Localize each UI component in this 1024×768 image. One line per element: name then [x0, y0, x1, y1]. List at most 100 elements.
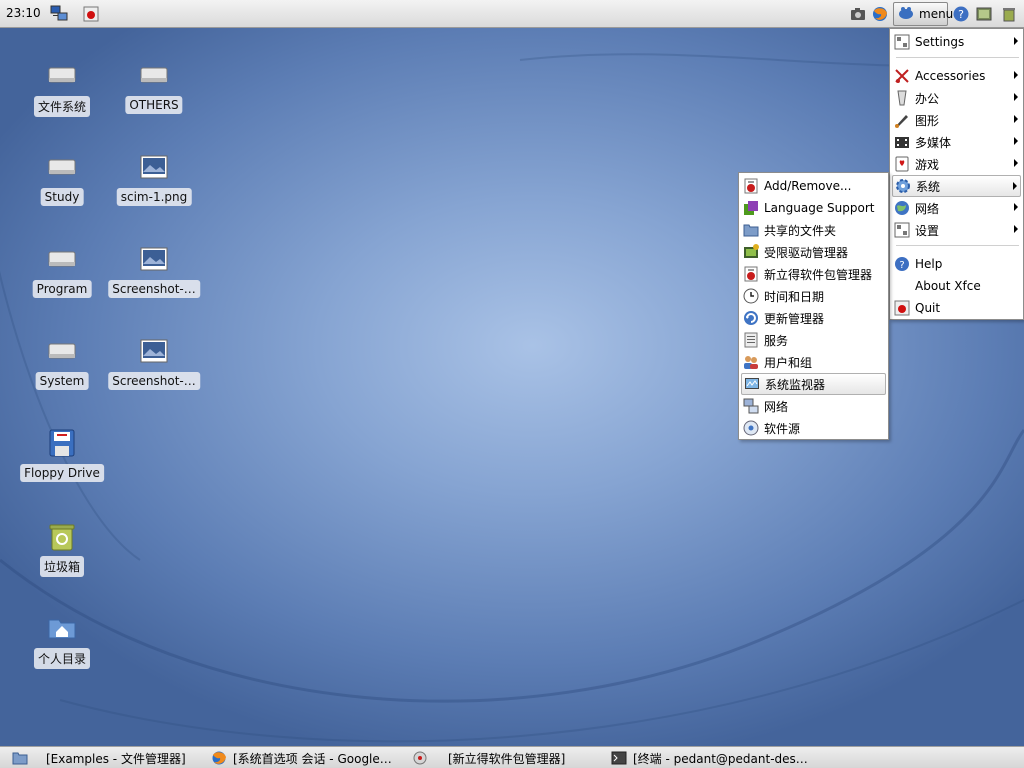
submenu-item-software-sources[interactable]: 软件源	[741, 417, 886, 439]
clock-icon	[743, 288, 759, 304]
task-label: [系统首选项 会话 - Google…	[233, 751, 392, 766]
menu-item-about-xfce[interactable]: About Xfce	[892, 275, 1021, 297]
drive-icon	[46, 60, 78, 92]
logout-icon[interactable]	[82, 5, 100, 23]
shared-folder-icon	[743, 222, 759, 238]
image-file-icon	[138, 336, 170, 368]
firefox-icon[interactable]	[871, 5, 889, 23]
office-icon	[894, 90, 910, 106]
submenu-item-label: 时间和日期	[764, 289, 825, 304]
desktop-icon-others[interactable]: OTHERS	[104, 60, 204, 140]
menu-item-graphics[interactable]: 图形	[892, 109, 1021, 131]
submenu-arrow-icon	[1014, 115, 1018, 123]
menu-item-games[interactable]: 游戏	[892, 153, 1021, 175]
menu-item-label: 系统	[916, 179, 941, 194]
menu-item-accessories[interactable]: Accessories	[892, 65, 1021, 87]
network-icon	[743, 398, 759, 414]
camera-icon[interactable]	[849, 5, 867, 23]
menu-item-help[interactable]: ? Help	[892, 253, 1021, 275]
menu-item-label: 办公	[915, 91, 940, 106]
show-desktop-button[interactable]	[12, 749, 32, 767]
window-list-icon[interactable]	[975, 5, 993, 23]
desktop-icon-label: 文件系统	[33, 96, 91, 117]
submenu-item-label: 受限驱动管理器	[764, 245, 849, 260]
submenu-arrow-icon	[1014, 203, 1018, 211]
network-monitor-icon[interactable]	[50, 5, 68, 23]
submenu-arrow-icon	[1014, 93, 1018, 101]
package-manager-icon	[743, 266, 759, 282]
task-synaptic[interactable]: [新立得软件包管理器]	[412, 749, 565, 767]
submenu-item-system-monitor[interactable]: 系统监视器	[741, 373, 886, 395]
help-icon: ?	[894, 256, 910, 272]
menu-button[interactable]: menu	[893, 2, 953, 26]
drive-icon	[46, 336, 78, 368]
task-label: [新立得软件包管理器]	[448, 751, 566, 766]
package-manager-icon	[412, 750, 428, 766]
menu-item-preferences[interactable]: 设置	[892, 219, 1021, 241]
desktop-icon-label: scim-1.png	[116, 188, 192, 206]
submenu-item-label: 更新管理器	[764, 311, 825, 326]
settings-icon	[894, 222, 910, 238]
submenu-item-add-remove[interactable]: Add/Remove...	[741, 175, 886, 197]
menu-item-quit[interactable]: Quit	[892, 297, 1021, 319]
clock[interactable]: 23:10	[6, 6, 41, 20]
desktop-icon-system[interactable]: System	[12, 336, 112, 416]
taskbar: [Examples - 文件管理器] [系统首选项 会话 - Google… […	[0, 746, 1024, 768]
menu-item-system[interactable]: 系统	[892, 175, 1021, 197]
submenu-item-label: Add/Remove...	[764, 179, 852, 193]
submenu-item-services[interactable]: 服务	[741, 329, 886, 351]
submenu-item-users-groups[interactable]: 用户和组	[741, 351, 886, 373]
network-icon	[894, 200, 910, 216]
submenu-item-update-manager[interactable]: 更新管理器	[741, 307, 886, 329]
top-panel: 23:10 menu ?	[0, 0, 1024, 28]
submenu-item-language-support[interactable]: Language Support	[741, 197, 886, 219]
desktop-icon-screenshot-1[interactable]: Screenshot-…	[104, 244, 204, 324]
desktop-icon-trash[interactable]: 垃圾箱	[12, 520, 112, 600]
desktop-icon-study[interactable]: Study	[12, 152, 112, 232]
desktop-icon-floppy[interactable]: Floppy Drive	[12, 428, 112, 508]
submenu-item-label: 服务	[764, 333, 789, 348]
submenu-arrow-icon	[1013, 182, 1017, 190]
task-file-manager[interactable]: [Examples - 文件管理器]	[46, 749, 186, 767]
settings-icon	[894, 34, 910, 50]
graphics-icon	[894, 112, 910, 128]
menu-item-settings[interactable]: Settings	[892, 31, 1021, 53]
multimedia-icon	[894, 134, 910, 150]
svg-text:?: ?	[958, 8, 964, 21]
blank-icon	[894, 278, 910, 294]
desktop-icon-label: Study	[40, 188, 84, 206]
terminal-icon	[611, 750, 627, 766]
submenu-item-network[interactable]: 网络	[741, 395, 886, 417]
task-terminal[interactable]: [终端 - pedant@pedant-des…	[611, 749, 808, 767]
accessories-icon	[894, 68, 910, 84]
task-firefox[interactable]: [系统首选项 会话 - Google…	[211, 749, 392, 767]
drive-icon	[46, 152, 78, 184]
desktop-icon-home[interactable]: 个人目录	[12, 612, 112, 692]
desktop-icon-scim-png[interactable]: scim-1.png	[104, 152, 204, 232]
desktop-icon-program[interactable]: Program	[12, 244, 112, 324]
help-icon[interactable]: ?	[952, 5, 970, 23]
task-label: [Examples - 文件管理器]	[46, 751, 186, 766]
menu-button-label: menu	[919, 7, 954, 21]
menu-item-office[interactable]: 办公	[892, 87, 1021, 109]
desktop-icon-label: Program	[32, 280, 92, 298]
menu-item-label: About Xfce	[915, 279, 981, 293]
menu-item-label: 多媒体	[915, 135, 952, 150]
driver-icon	[743, 244, 759, 260]
menu-item-label: 设置	[915, 223, 940, 238]
menu-item-multimedia[interactable]: 多媒体	[892, 131, 1021, 153]
submenu-item-shared-folders[interactable]: 共享的文件夹	[741, 219, 886, 241]
submenu-item-restricted-drivers[interactable]: 受限驱动管理器	[741, 241, 886, 263]
submenu-item-time-date[interactable]: 时间和日期	[741, 285, 886, 307]
firefox-icon	[211, 750, 227, 766]
submenu-item-synaptic[interactable]: 新立得软件包管理器	[741, 263, 886, 285]
desktop-icon-screenshot-2[interactable]: Screenshot-…	[104, 336, 204, 416]
submenu-item-label: 用户和组	[764, 355, 813, 370]
desktop-icon-filesystem[interactable]: 文件系统	[12, 60, 112, 140]
submenu-arrow-icon	[1014, 37, 1018, 45]
trash-applet-icon[interactable]	[1000, 5, 1018, 23]
trash-icon	[46, 520, 78, 552]
image-file-icon	[138, 152, 170, 184]
submenu-item-label: 新立得软件包管理器	[764, 267, 873, 282]
menu-item-network[interactable]: 网络	[892, 197, 1021, 219]
